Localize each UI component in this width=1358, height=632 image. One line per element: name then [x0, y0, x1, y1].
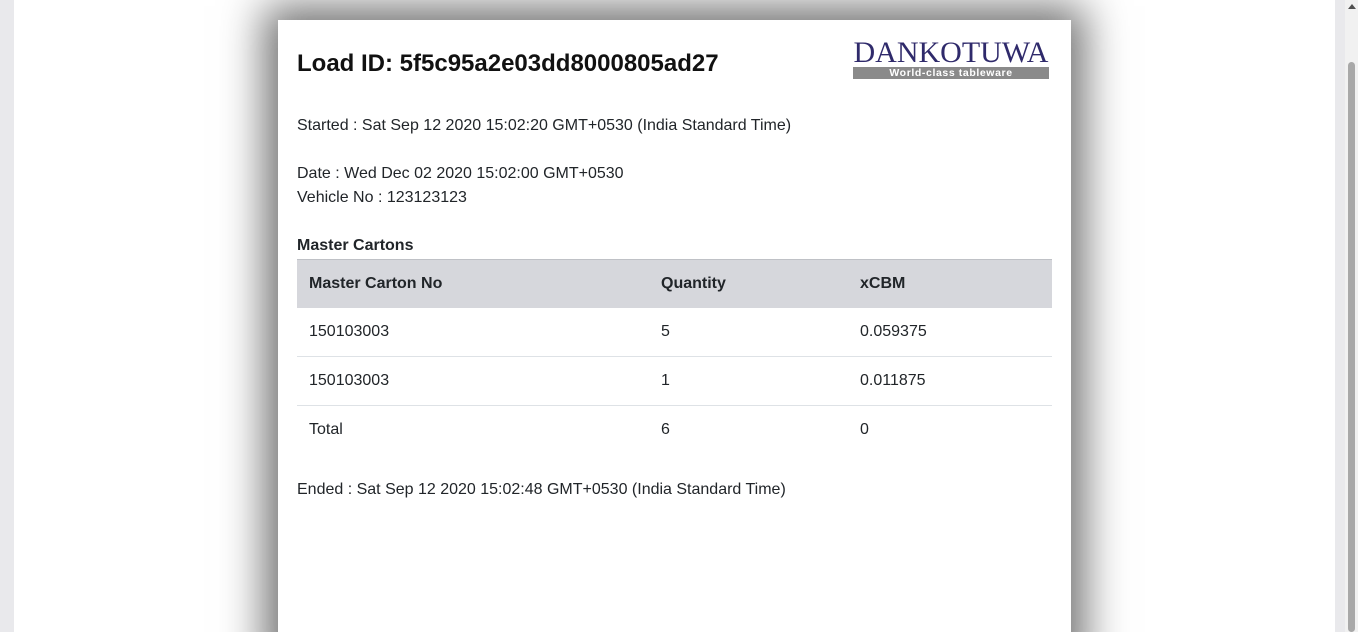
cell-quantity: 1 [661, 372, 670, 389]
cell-master-carton-no: 150103003 [309, 372, 390, 389]
table-row: 150103003 5 0.059375 [297, 308, 1052, 357]
page-margin-right [1335, 0, 1345, 632]
load-report-document: Load ID: 5f5c95a2e03dd8000805ad27 DANKOT… [278, 20, 1071, 632]
total-row: Total 6 0 [297, 405, 1052, 455]
table-row: 150103003 1 0.011875 [297, 356, 1052, 406]
master-cartons-heading: Master Cartons [297, 237, 414, 254]
cell-quantity: 5 [661, 323, 670, 340]
total-label: Total [309, 421, 343, 438]
total-xcbm: 0 [860, 421, 869, 438]
page-title: Load ID: 5f5c95a2e03dd8000805ad27 [297, 50, 719, 77]
dankotuwa-logo: DANKOTUWA World-class tableware [853, 36, 1049, 80]
vehicle-number: Vehicle No : 123123123 [297, 189, 467, 206]
vertical-scrollbar[interactable] [1345, 0, 1358, 632]
scrollbar-thumb[interactable] [1348, 62, 1355, 632]
cell-xcbm: 0.059375 [860, 323, 927, 340]
ended-timestamp: Ended : Sat Sep 12 2020 15:02:48 GMT+053… [297, 481, 786, 498]
table-header-row: Master Carton No Quantity xCBM [297, 259, 1052, 308]
column-header-xcbm: xCBM [860, 275, 906, 292]
cell-xcbm: 0.011875 [860, 372, 926, 389]
master-cartons-table: Master Carton No Quantity xCBM 150103003… [297, 259, 1052, 454]
page-margin-left [0, 0, 14, 632]
scroll-up-arrow-icon[interactable] [1348, 4, 1356, 9]
logo-wordmark: DANKOTUWA [853, 36, 1049, 69]
total-quantity: 6 [661, 421, 670, 438]
column-header-master-carton-no: Master Carton No [309, 275, 443, 292]
load-date: Date : Wed Dec 02 2020 15:02:00 GMT+0530 [297, 165, 624, 182]
cell-master-carton-no: 150103003 [309, 323, 390, 340]
started-timestamp: Started : Sat Sep 12 2020 15:02:20 GMT+0… [297, 117, 792, 134]
column-header-quantity: Quantity [661, 275, 726, 292]
